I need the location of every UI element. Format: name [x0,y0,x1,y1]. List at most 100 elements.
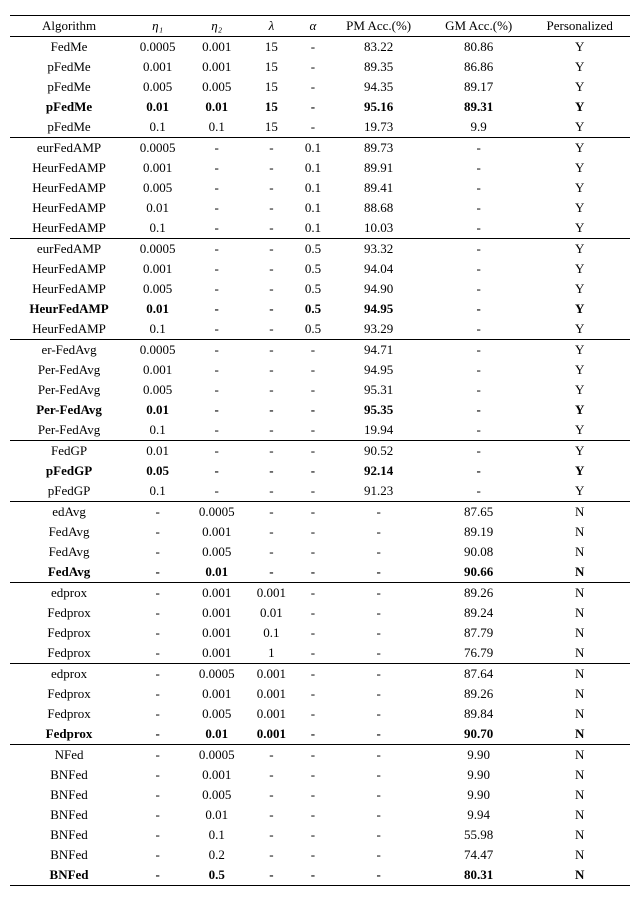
table-cell: - [246,239,296,260]
table-cell: N [529,825,630,845]
table-cell: - [329,684,428,704]
table-cell: 0.001 [187,37,246,58]
table-cell: 93.29 [329,319,428,340]
table-cell: 0.5 [297,279,330,299]
table-cell: - [187,218,246,239]
table-cell: 0.001 [246,664,296,685]
table-cell: 94.95 [329,360,428,380]
table-row: pFedMe0.10.115-19.739.9Y [10,117,630,138]
table-row: Fedprox-0.0011--76.79N [10,643,630,664]
table-cell: - [246,400,296,420]
table-cell: - [329,603,428,623]
table-cell: 89.84 [428,704,530,724]
table-cell: 0.001 [128,57,187,77]
table-cell: Y [529,400,630,420]
table-cell: - [428,360,530,380]
table-cell: - [246,562,296,583]
table-cell: Y [529,461,630,481]
table-cell: - [187,158,246,178]
table-cell: - [297,825,330,845]
table-cell: 0.0005 [187,664,246,685]
table-cell: Y [529,198,630,218]
table-cell: N [529,643,630,664]
table-row: eurFedAMP0.0005--0.593.32-Y [10,239,630,260]
table-cell: 0.005 [128,380,187,400]
table-row: HeurFedAMP0.005--0.594.90-Y [10,279,630,299]
table-cell: 0.005 [187,785,246,805]
table-cell: 91.23 [329,481,428,502]
table-row: edprox-0.0010.001--89.26N [10,583,630,604]
table-cell: Y [529,441,630,462]
table-cell: - [297,684,330,704]
table-cell: - [329,765,428,785]
table-cell: BNFed [10,845,128,865]
table-cell: 0.1 [128,218,187,239]
table-cell: N [529,522,630,542]
table-cell: 87.64 [428,664,530,685]
table-cell: - [187,400,246,420]
table-cell: - [297,745,330,766]
table-cell: HeurFedAMP [10,178,128,198]
table-cell: 0.005 [187,542,246,562]
table-cell: 89.17 [428,77,530,97]
table-cell: Y [529,37,630,58]
table-header-row: Algorithm η₁ η₂ λ α PM Acc.(%) GM Acc.(%… [10,16,630,37]
table-cell: 90.70 [428,724,530,745]
table-cell: 15 [246,117,296,138]
table-cell: - [128,522,187,542]
table-cell: - [297,765,330,785]
table-cell: 15 [246,37,296,58]
table-cell: pFedGP [10,481,128,502]
table-cell: 0.5 [297,259,330,279]
table-cell: - [246,279,296,299]
table-row: Fedprox-0.0010.001--89.26N [10,684,630,704]
table-cell: - [246,360,296,380]
table-cell: 15 [246,57,296,77]
table-cell: - [187,481,246,502]
table-cell: 76.79 [428,643,530,664]
table-cell: HeurFedAMP [10,158,128,178]
table-cell: pFedMe [10,57,128,77]
table-cell: - [297,481,330,502]
table-cell: - [246,461,296,481]
table-row: HeurFedAMP0.01--0.594.95-Y [10,299,630,319]
table-cell: - [128,865,187,886]
table-cell: - [187,239,246,260]
table-cell: - [297,623,330,643]
table-cell: HeurFedAMP [10,259,128,279]
table-cell: Y [529,239,630,260]
table-cell: 0.0005 [187,745,246,766]
table-cell: N [529,765,630,785]
table-cell: N [529,865,630,886]
table-cell: - [128,845,187,865]
table-cell: - [428,420,530,441]
table-cell: 0.1 [128,481,187,502]
table-cell: - [297,603,330,623]
table-cell: 1 [246,643,296,664]
table-cell: HeurFedAMP [10,319,128,340]
table-cell: 0.1 [297,218,330,239]
table-cell: - [297,865,330,886]
table-cell: - [297,522,330,542]
table-cell: edprox [10,583,128,604]
table-cell: N [529,583,630,604]
table-cell: - [297,441,330,462]
table-cell: 0.001 [246,684,296,704]
table-cell: 55.98 [428,825,530,845]
table-cell: 0.001 [128,360,187,380]
table-cell: 0.001 [187,603,246,623]
table-row: Fedprox-0.010.001--90.70N [10,724,630,745]
table-body: FedMe0.00050.00115-83.2280.86YpFedMe0.00… [10,37,630,886]
table-row: pFedMe0.0010.00115-89.3586.86Y [10,57,630,77]
table-cell: 89.31 [428,97,530,117]
table-row: Per-FedAvg0.01---95.35-Y [10,400,630,420]
table-cell: Y [529,218,630,239]
table-row: BNFed-0.1---55.98N [10,825,630,845]
table-cell: 9.90 [428,785,530,805]
table-cell: - [128,724,187,745]
table-cell: HeurFedAMP [10,299,128,319]
table-row: edAvg-0.0005---87.65N [10,502,630,523]
col-eta2: η₂ [187,16,246,37]
table-cell: - [128,583,187,604]
table-cell: - [246,319,296,340]
